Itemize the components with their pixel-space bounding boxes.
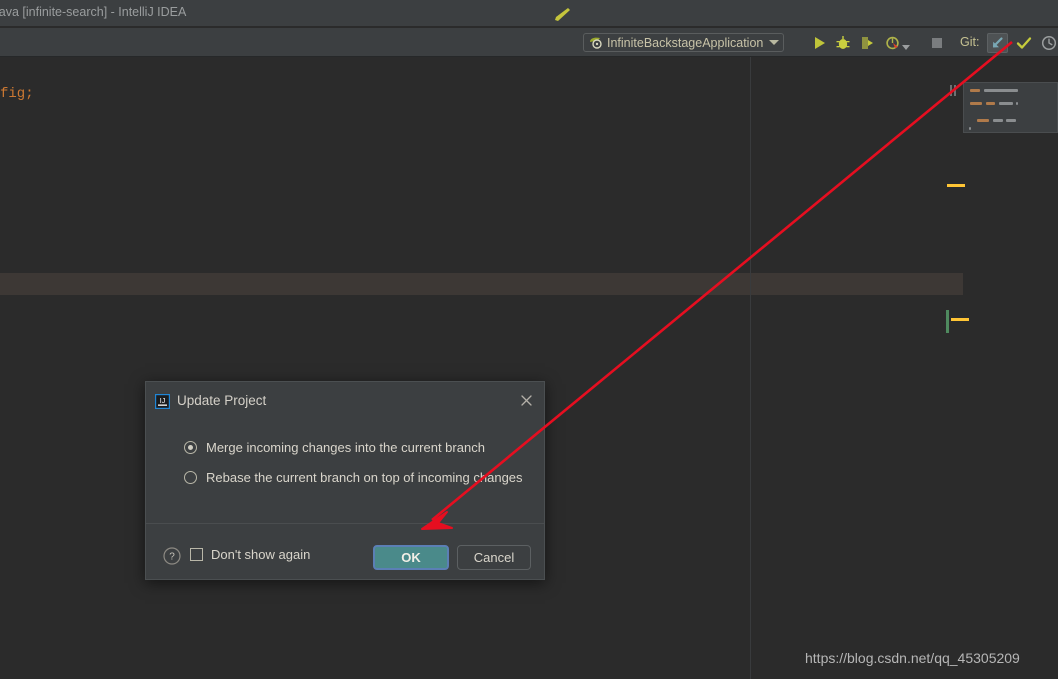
profiler-dropdown-button[interactable] xyxy=(901,38,911,50)
radio-option-merge[interactable]: Merge incoming changes into the current … xyxy=(184,440,485,455)
dont-show-again-checkbox[interactable]: Don't show again xyxy=(190,547,310,562)
checkmark-icon xyxy=(1016,37,1032,49)
minimap-line xyxy=(1006,119,1016,122)
stop-button[interactable] xyxy=(928,34,946,52)
radio-option-label: Rebase the current branch on top of inco… xyxy=(206,470,523,485)
help-question-icon[interactable]: ? xyxy=(163,547,181,565)
radio-button-indicator xyxy=(184,441,197,454)
dialog-title: Update Project xyxy=(177,393,267,408)
minimap-line xyxy=(993,119,1003,122)
git-label: Git: xyxy=(960,35,980,49)
watermark-text: https://blog.csdn.net/qq_45305209 xyxy=(805,650,1020,666)
svg-text:IJ: IJ xyxy=(160,398,165,405)
bug-icon xyxy=(836,36,850,49)
git-commit-button[interactable] xyxy=(1015,34,1033,52)
clock-icon xyxy=(1041,35,1057,51)
update-project-dialog: IJ Update Project Merge incoming changes… xyxy=(145,381,545,580)
minimap-line xyxy=(969,127,971,130)
build-project-button[interactable] xyxy=(552,7,572,23)
intellij-idea-logo-icon: IJ xyxy=(155,394,170,409)
svg-text:?: ? xyxy=(169,552,175,563)
caret-row-highlight xyxy=(0,273,963,295)
dialog-divider xyxy=(146,523,544,524)
spring-boot-leaf-icon xyxy=(590,37,602,49)
window-title: java [infinite-search] - IntelliJ IDEA xyxy=(0,5,187,19)
checkbox-indicator xyxy=(190,548,203,561)
run-button[interactable] xyxy=(810,34,828,52)
coverage-icon xyxy=(862,37,873,49)
hammer-icon xyxy=(555,8,570,21)
scrollbar-pause-indicator xyxy=(950,85,958,96)
editor-right-margin-guide xyxy=(750,57,751,679)
profiler-button[interactable] xyxy=(884,34,902,52)
stop-square-icon xyxy=(932,38,942,48)
cancel-button[interactable]: Cancel xyxy=(457,545,531,570)
dialog-header: IJ Update Project xyxy=(146,382,544,420)
run-with-coverage-button[interactable] xyxy=(858,34,876,52)
git-history-button[interactable] xyxy=(1040,34,1058,52)
chevron-down-icon xyxy=(769,40,780,45)
editor-marker-stripe[interactable] xyxy=(951,318,969,321)
radio-option-rebase[interactable]: Rebase the current branch on top of inco… xyxy=(184,470,523,485)
debug-button[interactable] xyxy=(834,34,852,52)
run-configuration-selector[interactable]: InfiniteBackstageApplication xyxy=(583,33,785,52)
editor-marker-stripe[interactable] xyxy=(947,184,965,187)
minimap-line xyxy=(986,102,995,105)
update-project-arrow-icon xyxy=(992,37,1003,48)
chevron-down-icon xyxy=(902,45,910,50)
play-icon xyxy=(815,37,825,49)
close-icon[interactable] xyxy=(519,393,534,408)
git-update-project-button[interactable] xyxy=(987,33,1008,53)
vcs-change-marker[interactable] xyxy=(946,310,949,333)
code-preview-minimap xyxy=(963,82,1058,133)
ok-button[interactable]: OK xyxy=(373,545,449,570)
minimap-line xyxy=(977,119,989,122)
minimap-line xyxy=(1016,102,1018,105)
minimap-line xyxy=(970,102,982,105)
code-text-line: fig; xyxy=(0,86,34,102)
run-configuration-label: InfiniteBackstageApplication xyxy=(607,35,764,50)
minimap-line xyxy=(999,102,1013,105)
dont-show-again-label: Don't show again xyxy=(211,547,311,562)
radio-option-label: Merge incoming changes into the current … xyxy=(206,440,485,455)
window-title-bar: java [infinite-search] - IntelliJ IDEA xyxy=(0,0,1058,27)
profiler-icon xyxy=(886,36,899,50)
code-editor[interactable] xyxy=(0,57,1058,679)
minimap-line xyxy=(970,89,980,92)
radio-button-indicator xyxy=(184,471,197,484)
minimap-line xyxy=(984,89,1018,92)
